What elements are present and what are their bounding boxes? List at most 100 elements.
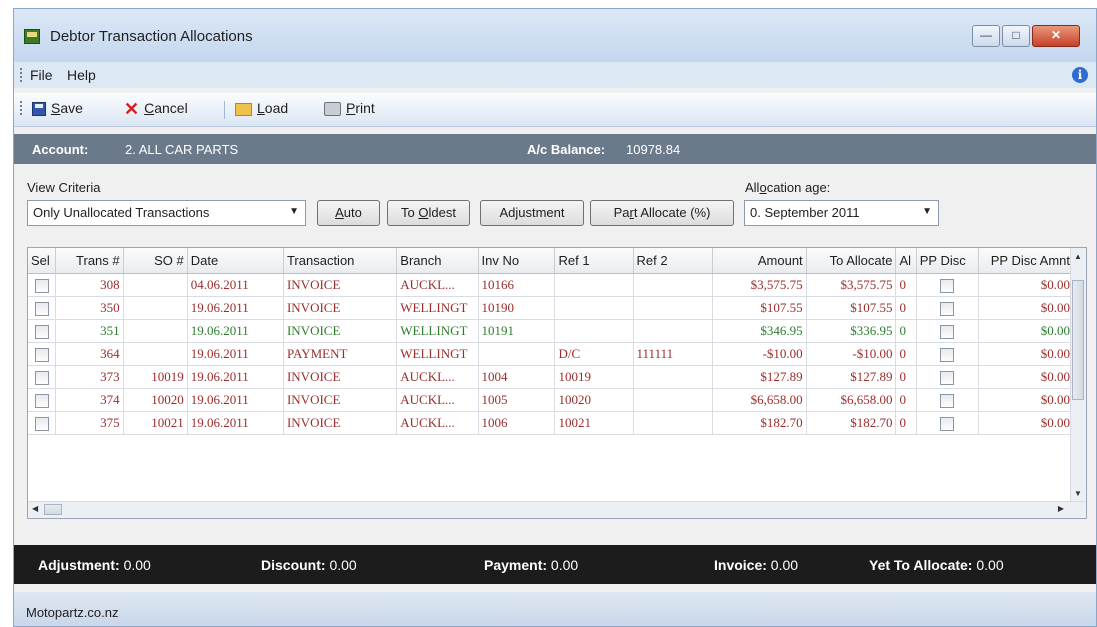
pp-disc-checkbox[interactable]: [940, 394, 955, 408]
cell-branch: WELLINGT: [396, 319, 479, 343]
cell-to-allocate: -$10.00: [806, 342, 897, 366]
save-button[interactable]: Save: [32, 100, 83, 120]
cell-ref2: [633, 319, 713, 343]
cell-al: 0: [895, 296, 917, 320]
vertical-scrollbar[interactable]: ▲ ▼: [1070, 248, 1086, 518]
cell-branch: AUCKL...: [396, 388, 479, 412]
col-ref1[interactable]: Ref 1: [554, 248, 634, 274]
cancel-icon: ✕: [124, 99, 140, 120]
close-button[interactable]: ✕: [1032, 25, 1080, 47]
cancel-button[interactable]: ✕ Cancel: [124, 100, 188, 120]
table-row[interactable]: 350 19.06.2011 INVOICE WELLINGT 10190 $107.55…: [28, 296, 1075, 320]
maximize-button[interactable]: □: [1002, 25, 1030, 47]
pp-disc-checkbox[interactable]: [940, 302, 955, 316]
horizontal-scrollbar[interactable]: ◀ ▶: [28, 501, 1086, 518]
cell-inv: 1005: [478, 388, 556, 412]
row-select-checkbox[interactable]: [34, 394, 49, 408]
cell-inv: 1004: [478, 365, 556, 389]
cell-amount: $346.95: [712, 319, 807, 343]
cell-to-allocate: $182.70: [806, 411, 897, 435]
scroll-right-icon[interactable]: ▶: [1058, 504, 1064, 513]
cell-inv: 1006: [478, 411, 556, 435]
part-allocate-button[interactable]: Part Allocate (%): [590, 200, 734, 226]
col-so[interactable]: SO #: [123, 248, 188, 274]
pp-disc-checkbox[interactable]: [940, 279, 955, 293]
menu-help[interactable]: Help: [67, 67, 96, 83]
table-row[interactable]: 375 10021 19.06.2011 INVOICE AUCKL... 1006 100…: [28, 411, 1075, 435]
col-transaction[interactable]: Transaction: [283, 248, 398, 274]
dropdown-arrow-icon: ▼: [289, 206, 299, 217]
row-select-checkbox[interactable]: [34, 279, 49, 293]
cell-trans: 364: [55, 342, 124, 366]
cell-ref2: [633, 296, 713, 320]
cell-trans: 373: [55, 365, 124, 389]
view-criteria-select[interactable]: Only Unallocated Transactions ▼: [27, 200, 306, 226]
col-to-allocate[interactable]: To Allocate: [806, 248, 897, 274]
scroll-left-icon[interactable]: ◀: [32, 504, 38, 513]
col-pp-disc-amnt[interactable]: PP Disc Amnt: [978, 248, 1075, 274]
view-criteria-label: View Criteria: [27, 180, 101, 195]
row-select-cell: [28, 296, 57, 320]
cell-pp-disc-amnt: $0.00: [978, 273, 1075, 297]
col-branch[interactable]: Branch: [396, 248, 479, 274]
row-select-checkbox[interactable]: [34, 371, 49, 385]
print-button[interactable]: Print: [324, 100, 375, 120]
load-button[interactable]: Load: [235, 100, 288, 120]
col-pp-disc[interactable]: PP Disc: [916, 248, 979, 274]
scroll-up-icon[interactable]: ▲: [1074, 252, 1082, 261]
adjustment-button[interactable]: Adjustment: [480, 200, 584, 226]
cell-branch: AUCKL...: [396, 365, 479, 389]
app-icon: [24, 29, 40, 44]
menu-file[interactable]: File: [30, 67, 53, 83]
cell-pp-disc: [916, 319, 979, 343]
row-select-checkbox[interactable]: [34, 302, 49, 316]
auto-button[interactable]: Auto: [317, 200, 380, 226]
row-select-checkbox[interactable]: [34, 417, 49, 431]
adjustment-total: Adjustment: 0.00: [38, 557, 151, 573]
pp-disc-checkbox[interactable]: [940, 325, 955, 339]
row-select-cell: [28, 273, 57, 297]
row-select-checkbox[interactable]: [34, 348, 49, 362]
allocation-age-select[interactable]: 0. September 2011 ▼: [744, 200, 939, 226]
pp-disc-checkbox[interactable]: [940, 348, 955, 362]
cell-pp-disc-amnt: $0.00: [978, 388, 1075, 412]
table-row[interactable]: 364 19.06.2011 PAYMENT WELLINGT D/C 111111 -$1…: [28, 342, 1075, 366]
cell-ref1: [554, 296, 634, 320]
col-sel[interactable]: Sel: [28, 248, 57, 274]
cell-al: 0: [895, 342, 917, 366]
cell-to-allocate: $127.89: [806, 365, 897, 389]
cell-so: 10019: [123, 365, 188, 389]
minimize-button[interactable]: —: [972, 25, 1000, 47]
col-ref2[interactable]: Ref 2: [633, 248, 713, 274]
cell-branch: AUCKL...: [396, 273, 479, 297]
col-amount[interactable]: Amount: [712, 248, 807, 274]
cell-branch: WELLINGT: [396, 342, 479, 366]
horizontal-scroll-thumb[interactable]: [44, 504, 62, 515]
pp-disc-checkbox[interactable]: [940, 371, 955, 385]
scroll-down-icon[interactable]: ▼: [1074, 489, 1082, 498]
transactions-grid: Sel Trans # SO # Date Transaction Branch…: [27, 247, 1087, 519]
cell-trans: 351: [55, 319, 124, 343]
cell-pp-disc: [916, 273, 979, 297]
table-row[interactable]: 374 10020 19.06.2011 INVOICE AUCKL... 1005 100…: [28, 388, 1075, 412]
col-trans[interactable]: Trans #: [55, 248, 124, 274]
cell-al: 0: [895, 388, 917, 412]
col-al[interactable]: Al: [895, 248, 917, 274]
to-oldest-button[interactable]: To Oldest: [387, 200, 470, 226]
row-select-cell: [28, 411, 57, 435]
row-select-checkbox[interactable]: [34, 325, 49, 339]
cell-ref1: 10021: [554, 411, 634, 435]
balance-value: 10978.84: [626, 142, 681, 157]
cell-trans: 375: [55, 411, 124, 435]
col-inv-no[interactable]: Inv No: [478, 248, 556, 274]
info-icon[interactable]: i: [1072, 67, 1088, 83]
table-row[interactable]: 351 19.06.2011 INVOICE WELLINGT 10191 $346.95…: [28, 319, 1075, 343]
table-row[interactable]: 373 10019 19.06.2011 INVOICE AUCKL... 1004 100…: [28, 365, 1075, 389]
cell-inv: 10190: [478, 296, 556, 320]
payment-total: Payment: 0.00: [484, 557, 579, 573]
cell-amount: -$10.00: [712, 342, 807, 366]
col-date[interactable]: Date: [187, 248, 284, 274]
pp-disc-checkbox[interactable]: [940, 417, 955, 431]
table-row[interactable]: 308 04.06.2011 INVOICE AUCKL... 10166 $3,575.…: [28, 273, 1075, 297]
vertical-scroll-thumb[interactable]: [1072, 280, 1084, 400]
